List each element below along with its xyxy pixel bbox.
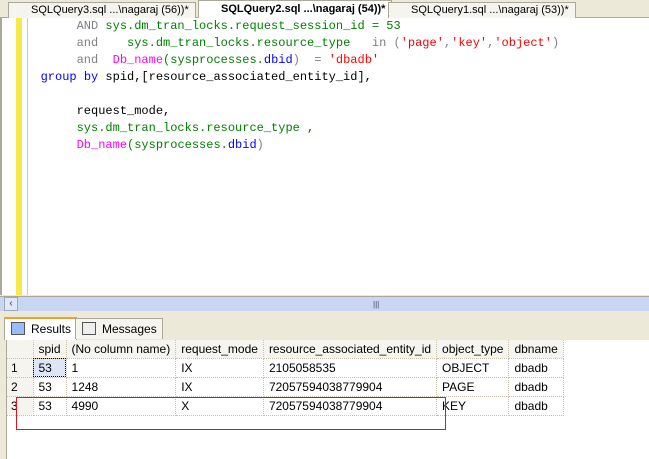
sql-editor[interactable]: AND sys.dm_tran_locks.request_session_id… [0, 18, 649, 295]
tab-messages[interactable]: Messages [75, 318, 163, 339]
tab-label: Results [31, 322, 72, 336]
tab-results[interactable]: Results [4, 317, 78, 340]
cell[interactable]: 1248 [66, 377, 177, 397]
cell[interactable]: PAGE [436, 377, 510, 397]
tab-sqlquery2[interactable]: SQLQuery2.sql ...\nagaraj (54))* [198, 0, 393, 19]
code-token: ) = [292, 53, 329, 67]
code-token: sys.dm_tran_locks.request_session_id = 5… [105, 19, 401, 33]
code-token: 'dbadb' [328, 53, 380, 67]
grid-icon [11, 322, 25, 335]
cell[interactable]: dbadb [508, 358, 564, 378]
table-row[interactable]: 2 53 1248 IX 72057594038779904 PAGE dbad… [7, 377, 564, 397]
row-header-corner [7, 340, 34, 359]
column-header[interactable]: request_mode [175, 340, 264, 359]
column-header[interactable]: spid [33, 340, 67, 359]
code-token: dbid [263, 53, 293, 67]
cell[interactable]: 1 [66, 358, 177, 378]
code-token: 'object' [494, 36, 552, 50]
code-text: AND sys.dm_tran_locks.request_session_id… [19, 18, 560, 154]
document-tabs: SQLQuery3.sql ...\nagaraj (56))* SQLQuer… [0, 0, 649, 19]
code-token: (sysprocesses. [163, 53, 264, 67]
cell[interactable]: 53 [33, 377, 67, 397]
cell[interactable]: 53 [33, 358, 67, 378]
code-token: and [76, 53, 99, 67]
highlight-annotation-box [16, 397, 446, 430]
cell[interactable]: 2105058535 [263, 358, 438, 378]
code-token: and [76, 36, 99, 50]
row-number[interactable]: 2 [7, 377, 34, 397]
code-token: spid,[resource_associated_entity_id], [98, 70, 372, 84]
code-token: request_mode, [19, 104, 171, 118]
cell[interactable]: dbadb [508, 396, 564, 416]
header-row: spid (No column name) request_mode resou… [7, 340, 564, 359]
scroll-left-icon[interactable]: ‹ [4, 297, 18, 311]
code-token: Db_name [76, 138, 128, 152]
code-token: ) [256, 138, 264, 152]
column-header[interactable]: (No column name) [66, 340, 177, 359]
code-token: sys.dm_tran_locks.resource_type [127, 36, 351, 50]
tab-label: Messages [102, 322, 157, 336]
horizontal-scrollbar[interactable]: ‹ ||| [0, 296, 649, 311]
scroll-thumb-grip-icon[interactable]: ||| [373, 300, 379, 309]
code-token: group by [40, 70, 99, 84]
code-token: AND [76, 19, 99, 33]
cell[interactable]: IX [175, 358, 264, 378]
cell[interactable]: IX [175, 377, 264, 397]
results-tabs: Results Messages [0, 312, 649, 340]
code-token: Db_name [112, 53, 164, 67]
messages-icon [82, 322, 96, 335]
column-header[interactable]: resource_associated_entity_id [263, 340, 438, 359]
table-row[interactable]: 1 53 1 IX 2105058535 OBJECT dbadb [7, 358, 564, 378]
code-token: sys.dm_tran_locks.resource_type , [76, 121, 315, 135]
cell[interactable]: dbadb [508, 377, 564, 397]
cell[interactable]: KEY [436, 396, 510, 416]
cell[interactable]: OBJECT [436, 358, 510, 378]
cell[interactable]: 72057594038779904 [263, 377, 438, 397]
code-token: (sysprocesses. [127, 138, 228, 152]
column-header[interactable]: object_type [436, 340, 510, 359]
tab-sqlquery1[interactable]: SQLQuery1.sql ...\nagaraj (53))* [388, 2, 576, 18]
tab-sqlquery3[interactable]: SQLQuery3.sql ...\nagaraj (56))* [8, 2, 196, 18]
column-header[interactable]: dbname [508, 340, 564, 359]
code-token: 'page' [400, 36, 444, 50]
row-number[interactable]: 1 [7, 358, 34, 378]
code-token: in ( [350, 36, 401, 50]
code-token: 'key' [451, 36, 488, 50]
code-token: ) [551, 36, 560, 50]
code-token: dbid [227, 138, 257, 152]
